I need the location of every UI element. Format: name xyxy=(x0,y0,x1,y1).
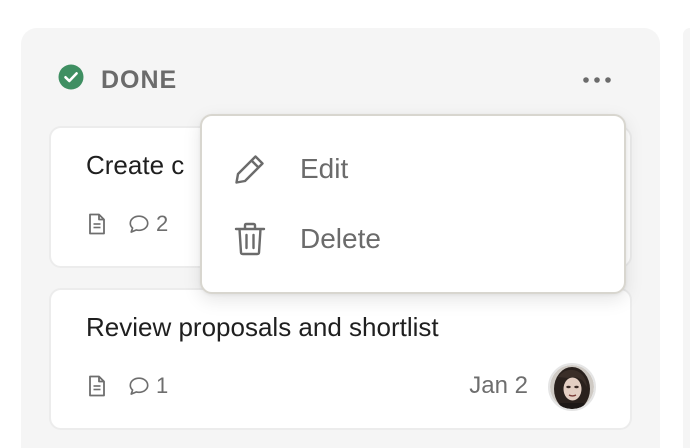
menu-item-edit[interactable]: Edit xyxy=(202,136,624,202)
column-more-button[interactable] xyxy=(577,66,617,94)
due-date: Jan 2 xyxy=(469,372,528,399)
card-title: Create c xyxy=(86,150,185,180)
trash-icon xyxy=(232,221,268,257)
avatar[interactable] xyxy=(548,363,596,411)
card-meta: 2 xyxy=(86,210,168,238)
pencil-icon xyxy=(232,151,268,187)
comment-count: 1 xyxy=(156,373,169,398)
column-title: DONE xyxy=(101,66,178,94)
next-column-edge xyxy=(683,28,690,448)
more-horizontal-icon xyxy=(582,71,612,89)
menu-item-label: Delete xyxy=(300,223,381,254)
check-circle-icon xyxy=(58,64,84,90)
comment-icon xyxy=(128,375,150,397)
card-meta: 1 xyxy=(86,372,168,400)
card-title: Review proposals and shortlist xyxy=(86,312,439,342)
menu-item-label: Edit xyxy=(300,153,349,184)
document-icon xyxy=(86,375,108,397)
card-context-menu: Edit Delete xyxy=(200,114,626,294)
document-icon xyxy=(86,213,108,235)
menu-item-delete[interactable]: Delete xyxy=(202,206,624,272)
column-header: DONE xyxy=(21,28,660,128)
board: DONE Create c 2 Review proposals and sho… xyxy=(0,0,690,448)
comment-icon xyxy=(128,213,150,235)
comment-count: 2 xyxy=(156,211,169,236)
task-card[interactable]: Review proposals and shortlist 1 Jan 2 xyxy=(49,288,632,430)
